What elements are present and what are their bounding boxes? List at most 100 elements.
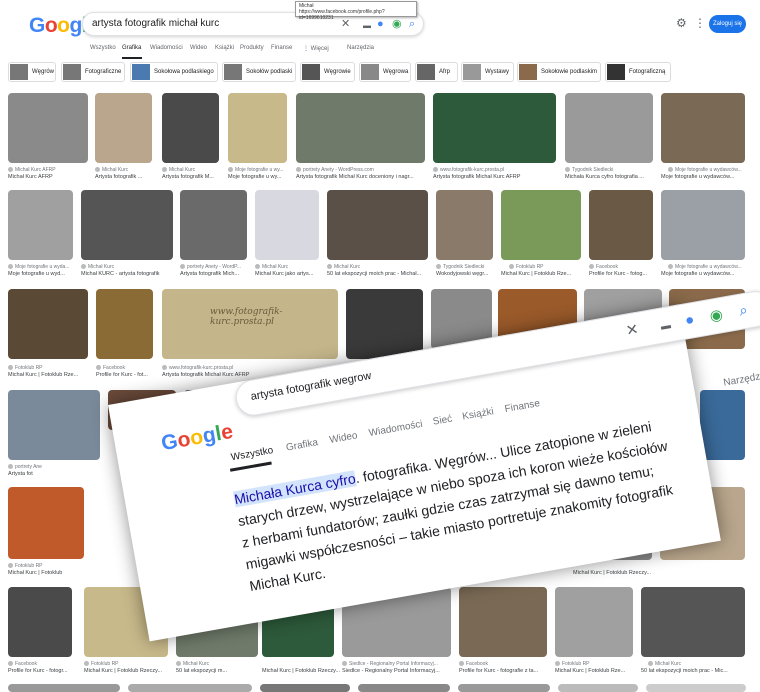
tab-all[interactable]: Wszystko	[90, 45, 116, 51]
result-caption[interactable]: Michał Kurc AFRP	[8, 174, 53, 180]
result-caption[interactable]: Artysta fotografik Michał Kurc AFRP	[433, 174, 520, 180]
microphone-icon[interactable]: ●	[684, 311, 696, 330]
result-caption[interactable]: 50 lat ekspozycji moich prac - Michał...	[327, 271, 421, 277]
result-caption[interactable]: 50 lat ekspozycji moich prac - Mic...	[641, 668, 728, 674]
tab-books[interactable]: Książki	[462, 406, 495, 422]
image-result[interactable]	[95, 93, 152, 163]
result-caption[interactable]: Profile for Kurc - fotogr...	[8, 668, 68, 674]
tab-video[interactable]: Wideo	[190, 45, 207, 51]
result-caption[interactable]: Artysta fotografik Michał Kurc doceniony…	[296, 174, 414, 180]
image-result[interactable]	[96, 289, 153, 359]
image-result[interactable]	[589, 190, 653, 260]
result-caption[interactable]: Artysta fotografik ...	[95, 174, 142, 180]
search-icon[interactable]: ⌕	[738, 302, 749, 321]
chip-wystawy[interactable]: Wystawy	[461, 62, 514, 82]
tab-web[interactable]: Sieć	[432, 414, 453, 428]
image-result[interactable]	[8, 190, 73, 260]
image-result[interactable]	[8, 390, 100, 460]
result-caption[interactable]: Artysta fotografik Michał Kurc AFRP	[162, 372, 249, 378]
image-result[interactable]	[255, 190, 319, 260]
tab-finance[interactable]: Finanse	[271, 45, 292, 51]
image-result[interactable]	[128, 684, 252, 692]
image-result[interactable]	[8, 93, 88, 163]
tab-finance[interactable]: Finanse	[504, 398, 541, 415]
result-caption[interactable]: Wokodyjowski węgr...	[436, 271, 488, 277]
result-caption[interactable]: Michał Kurc | Fotoklub Rzeczy...	[573, 570, 651, 576]
overlay-search-input[interactable]: artysta fotografik wegrow	[250, 370, 373, 403]
camera-icon[interactable]: ◉	[708, 306, 724, 326]
result-caption[interactable]: Profile for Kurc - fotog...	[589, 271, 647, 277]
image-result[interactable]: www.fotografik-kurc.prosta.pl	[162, 289, 338, 359]
chip-sokolowa[interactable]: Sokołowa podlaskiego	[130, 62, 218, 82]
chip-afrp[interactable]: Afrp	[415, 62, 458, 82]
overlay-google-logo[interactable]: Google	[160, 420, 235, 456]
tab-more[interactable]: ⋮ Więcej	[303, 45, 329, 52]
image-result[interactable]	[646, 684, 746, 692]
tab-news[interactable]: Wiadomości	[150, 45, 183, 51]
image-result[interactable]	[162, 93, 219, 163]
image-result[interactable]	[433, 93, 556, 163]
image-result[interactable]	[8, 684, 120, 692]
image-result[interactable]	[8, 289, 88, 359]
chip-sokolowie[interactable]: Sokołowie podlaskim	[517, 62, 601, 82]
result-caption[interactable]: Profile for Kurc - fot...	[96, 372, 148, 378]
result-caption[interactable]: Michał Kurc | Fotoklub Rze...	[8, 372, 78, 378]
result-caption[interactable]: 50 lat ekspozycji m...	[176, 668, 227, 674]
result-caption[interactable]: Michał Kurc | Fotoklub Rzeczy...	[84, 668, 162, 674]
image-result[interactable]	[458, 684, 550, 692]
result-caption[interactable]: Moje fotografie u wyd...	[8, 271, 65, 277]
result-caption[interactable]: Michała Kurca cyfro fotografia ...	[565, 174, 644, 180]
keyboard-icon[interactable]: ▬	[659, 317, 672, 336]
image-result[interactable]	[228, 93, 287, 163]
image-result[interactable]	[558, 684, 638, 692]
result-caption[interactable]: Artysta fotografik Mich...	[180, 271, 239, 277]
image-result[interactable]	[661, 93, 745, 163]
clear-icon[interactable]: ✕	[625, 321, 641, 341]
result-caption[interactable]: Profile for Kurc - fotografie z ta...	[459, 668, 538, 674]
image-result[interactable]	[358, 684, 450, 692]
tab-news[interactable]: Wiadomości	[368, 419, 424, 439]
image-result[interactable]	[459, 587, 547, 657]
result-caption[interactable]: Michał Kurc | Fotoklub	[8, 570, 62, 576]
image-result[interactable]	[555, 587, 633, 657]
image-result[interactable]	[296, 93, 425, 163]
tab-books[interactable]: Książki	[215, 45, 234, 51]
result-caption[interactable]: Michał Kurc | Fotoklub Rze...	[501, 271, 571, 277]
chip-wegrow[interactable]: Węgrów	[8, 62, 56, 82]
overlay-tools[interactable]: Narzędzia	[723, 370, 760, 389]
tab-video[interactable]: Wideo	[329, 430, 359, 446]
tab-products[interactable]: Produkty	[240, 45, 264, 51]
image-result[interactable]	[661, 190, 745, 260]
login-button[interactable]: Zaloguj się	[709, 15, 746, 33]
image-result[interactable]	[327, 190, 428, 260]
chip-wegrowie[interactable]: Węgrowie	[300, 62, 355, 82]
chip-wegrowa[interactable]: Węgrowa	[359, 62, 411, 82]
image-result[interactable]	[641, 587, 745, 657]
result-caption[interactable]: Michał Kurc | Fotoklub Rze...	[555, 668, 625, 674]
result-caption[interactable]: Artysta fotografik M...	[162, 174, 214, 180]
tab-tools[interactable]: Narzędzia	[347, 45, 374, 51]
result-caption[interactable]: Michał Kurc jako artys...	[255, 271, 313, 277]
result-caption[interactable]: Moje fotografie u wydawców...	[661, 271, 734, 277]
image-result[interactable]	[501, 190, 581, 260]
image-result[interactable]	[8, 587, 72, 657]
image-result[interactable]	[700, 390, 745, 460]
result-caption[interactable]: Siedlce - Regionalny Portal Informacyj..…	[342, 668, 440, 674]
chip-fotograficzna[interactable]: Fotograficzną	[605, 62, 671, 82]
image-result[interactable]	[180, 190, 247, 260]
result-caption[interactable]: Moje fotografie u wydawców...	[661, 174, 734, 180]
result-caption[interactable]: Moje fotografie u wy...	[228, 174, 281, 180]
image-result[interactable]	[565, 93, 653, 163]
search-input[interactable]: artysta fotografik michał kurc	[92, 18, 219, 29]
image-result[interactable]	[346, 289, 423, 359]
keyboard-icon[interactable]: ▬	[363, 19, 371, 33]
tab-images[interactable]: Grafika	[122, 45, 141, 51]
tab-all[interactable]: Wszystko	[230, 445, 274, 463]
result-caption[interactable]: Artysta fot	[8, 471, 33, 477]
image-result[interactable]	[260, 684, 350, 692]
image-result[interactable]	[8, 487, 84, 559]
tab-images[interactable]: Grafika	[285, 437, 319, 453]
chip-sokolow[interactable]: Sokołów podlaski	[222, 62, 296, 82]
result-caption[interactable]: Michał KURC - artysta fotografik	[81, 271, 160, 277]
image-result[interactable]	[436, 190, 493, 260]
